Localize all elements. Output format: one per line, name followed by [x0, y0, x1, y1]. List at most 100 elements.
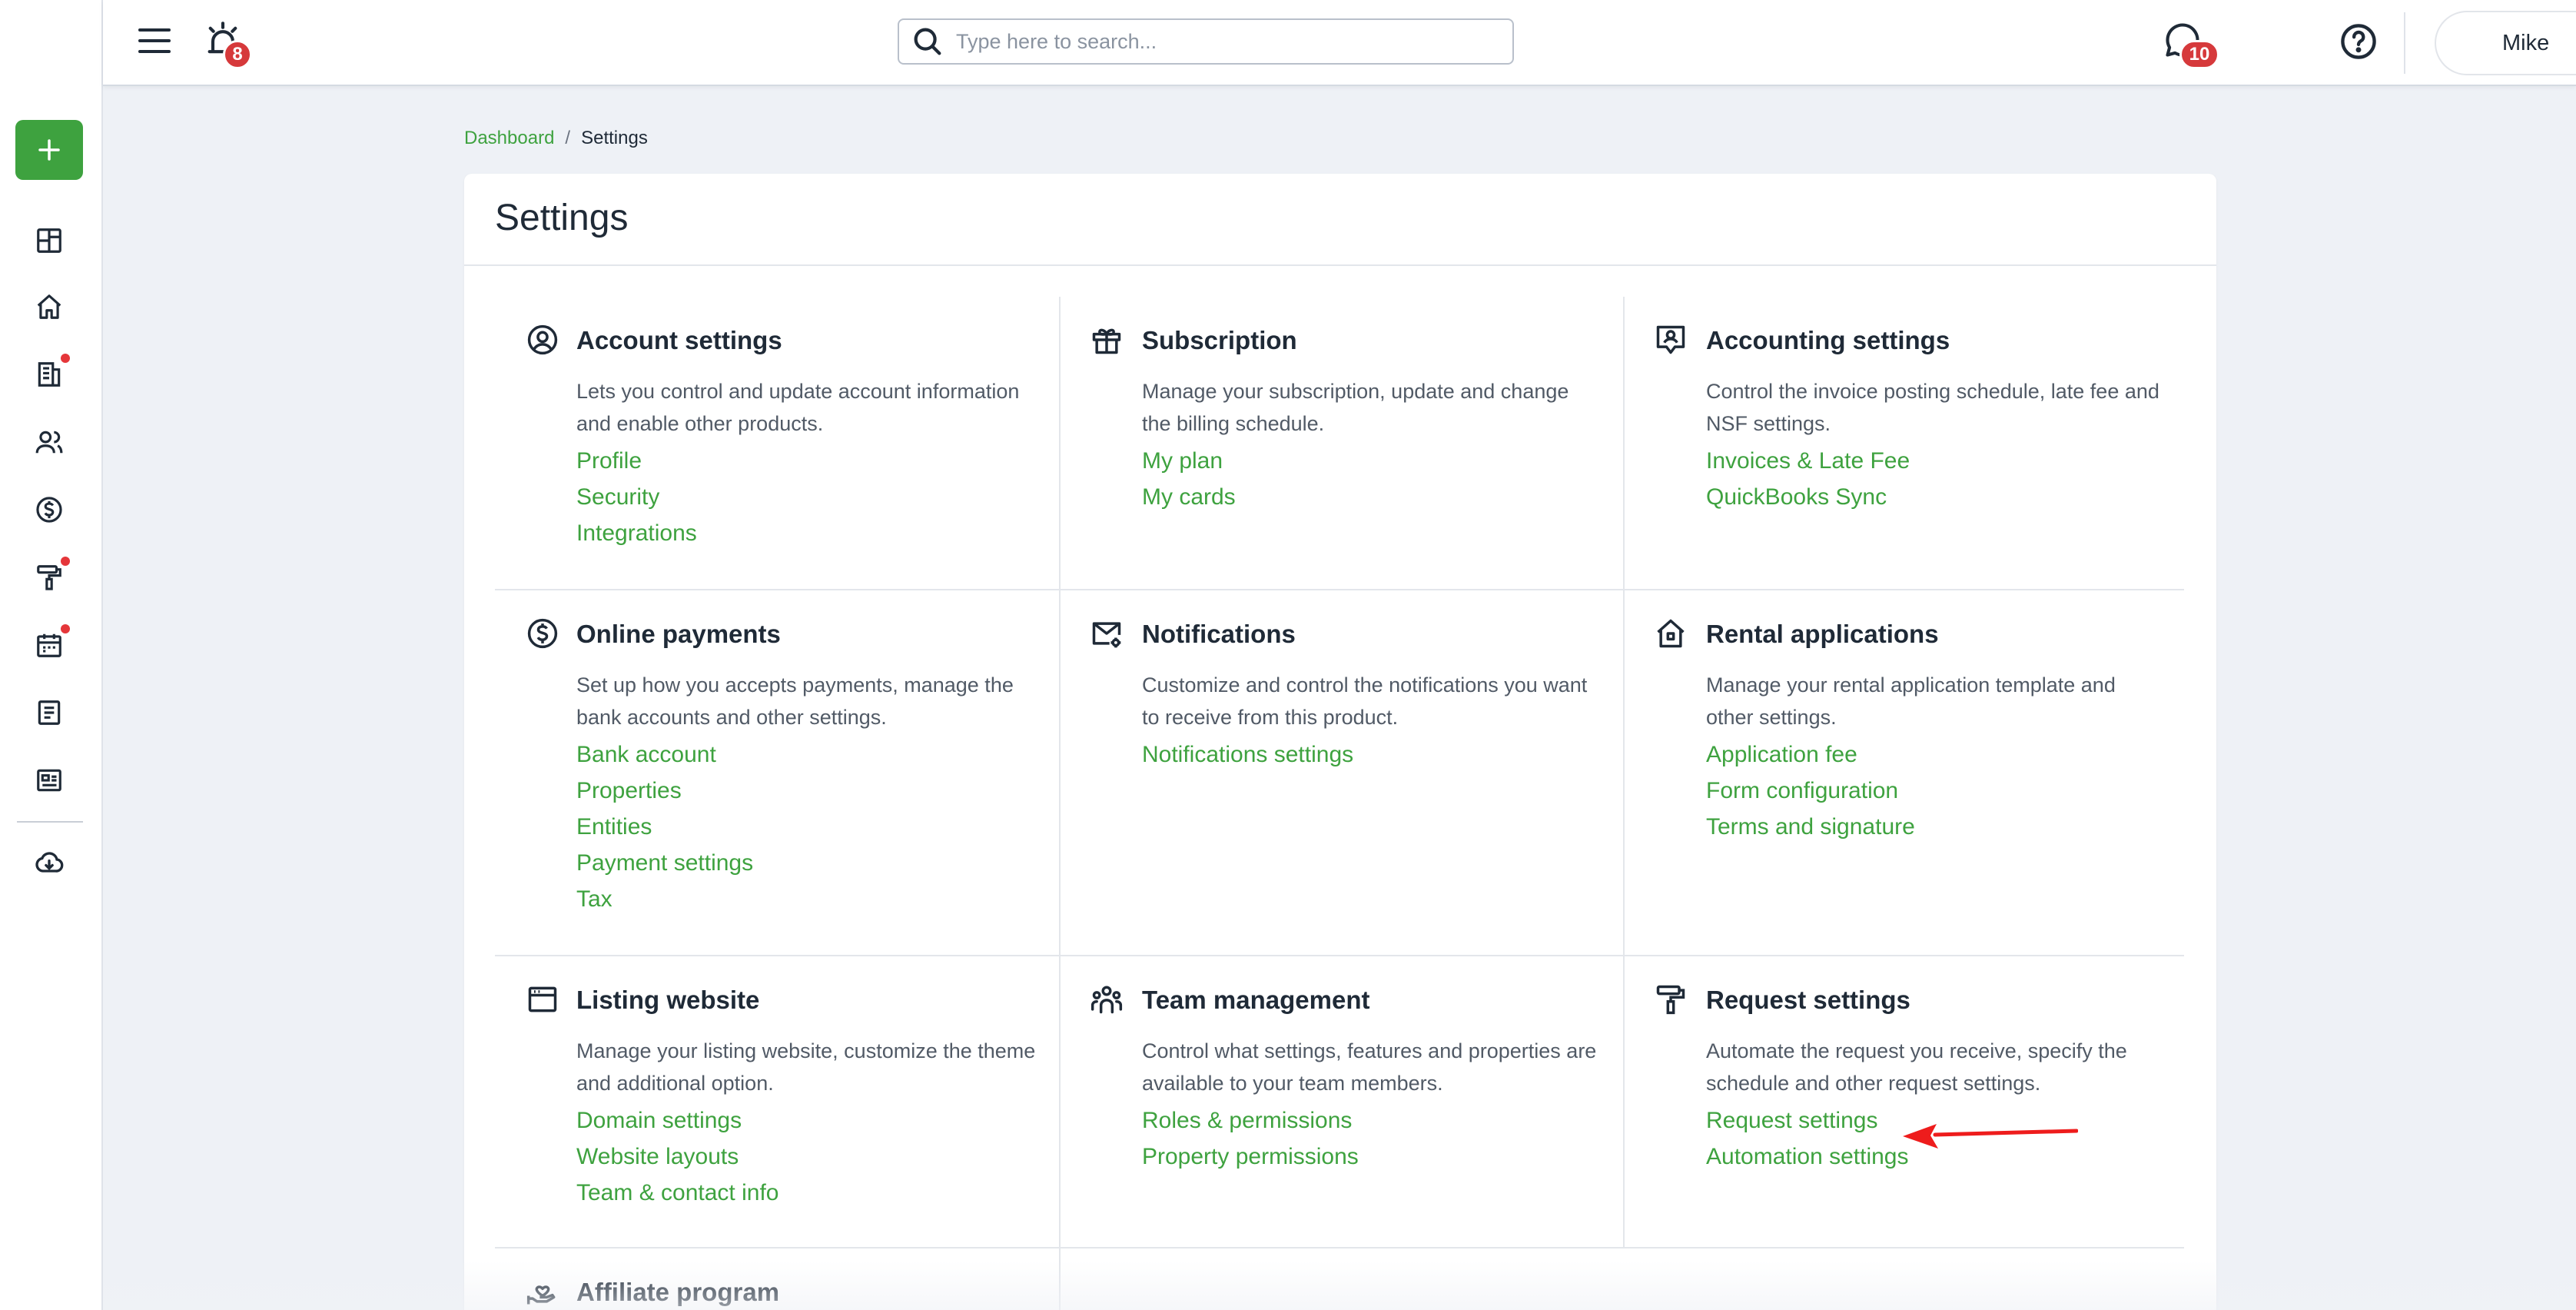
section-title: Affiliate program [576, 1278, 780, 1306]
search-icon [914, 28, 941, 55]
sidebar [0, 0, 103, 1310]
breadcrumb: Dashboard / Settings [464, 128, 648, 149]
section-title: Online payments [576, 620, 781, 648]
link-website-layouts[interactable]: Website layouts [576, 1139, 778, 1175]
sidebar-item-calendar[interactable] [32, 624, 70, 663]
paint-roller-icon [1656, 985, 1685, 1015]
settings-row: Affiliate program [495, 1248, 2184, 1310]
notification-dot [61, 557, 70, 566]
title-divider [464, 264, 2216, 266]
section-title: Request settings [1706, 986, 1910, 1014]
sidebar-item-people[interactable] [32, 424, 67, 460]
section-team-management: Team management Control what settings, f… [1059, 956, 1623, 1247]
section-description: Manage your rental application template … [1706, 673, 2116, 729]
section-links: Notifications settings [1142, 736, 1353, 773]
section-links: Profile Security Integrations [576, 443, 697, 551]
accounting-icon [1656, 325, 1685, 354]
link-profile[interactable]: Profile [576, 443, 697, 479]
section-account-settings: Account settings Lets you control and up… [495, 297, 1059, 589]
link-roles-permissions[interactable]: Roles & permissions [1142, 1102, 1359, 1139]
link-notifications-settings[interactable]: Notifications settings [1142, 736, 1353, 773]
breadcrumb-dashboard-link[interactable]: Dashboard [464, 128, 554, 149]
section-title: Subscription [1142, 326, 1297, 354]
link-integrations[interactable]: Integrations [576, 515, 697, 551]
section-listing-website: Listing website Manage your listing webs… [495, 956, 1059, 1247]
link-bank-account[interactable]: Bank account [576, 736, 753, 773]
calendar-icon [37, 633, 61, 657]
menu-button[interactable] [135, 23, 174, 58]
top-bar: 8 10 Mike [103, 0, 2576, 86]
dashboard-icon [37, 228, 61, 253]
user-menu[interactable]: Mike [2435, 11, 2576, 75]
link-terms-and-signature[interactable]: Terms and signature [1706, 809, 1915, 845]
hand-heart-icon [526, 1285, 556, 1305]
section-description: Control what settings, features and prop… [1142, 1039, 1597, 1095]
messages-button[interactable]: 10 [2163, 20, 2219, 69]
settings-row: Listing website Manage your listing webs… [495, 956, 2184, 1248]
settings-row: Online payments Set up how you accepts p… [495, 590, 2184, 956]
link-my-plan[interactable]: My plan [1142, 443, 1236, 479]
link-application-fee[interactable]: Application fee [1706, 736, 1915, 773]
link-payment-settings[interactable]: Payment settings [576, 845, 753, 881]
link-my-cards[interactable]: My cards [1142, 479, 1236, 515]
listing-icon [37, 769, 61, 792]
link-team-contact-info[interactable]: Team & contact info [576, 1175, 778, 1211]
link-request-settings[interactable]: Request settings [1706, 1102, 1908, 1139]
link-entities[interactable]: Entities [576, 809, 753, 845]
section-title: Listing website [576, 986, 760, 1014]
search-input[interactable] [956, 21, 1512, 62]
alerts-button[interactable]: 8 [203, 20, 252, 69]
section-links: My plan My cards [1142, 443, 1236, 515]
link-property-permissions[interactable]: Property permissions [1142, 1139, 1359, 1175]
section-description: Set up how you accepts payments, manage … [576, 673, 1014, 729]
paint-roller-icon [37, 565, 61, 590]
help-button[interactable] [2339, 22, 2378, 62]
add-button[interactable] [15, 120, 83, 180]
link-tax[interactable]: Tax [576, 881, 753, 917]
section-links: Invoices & Late Fee QuickBooks Sync [1706, 443, 1910, 515]
link-quickbooks-sync[interactable]: QuickBooks Sync [1706, 479, 1910, 515]
sidebar-item-reports[interactable] [32, 695, 67, 730]
sidebar-item-payments[interactable] [32, 492, 67, 527]
hamburger-icon [138, 28, 171, 53]
empty-cell [1059, 1248, 1623, 1310]
sidebar-item-maintenance[interactable] [32, 557, 70, 595]
link-form-configuration[interactable]: Form configuration [1706, 773, 1915, 809]
sidebar-item-listings[interactable] [32, 763, 67, 798]
annotation-arrow-icon [1903, 1124, 2078, 1149]
link-security[interactable]: Security [576, 479, 697, 515]
section-description: Customize and control the notifications … [1142, 673, 1588, 729]
cloud-download-icon [35, 852, 64, 873]
link-properties[interactable]: Properties [576, 773, 753, 809]
link-invoices-late-fee[interactable]: Invoices & Late Fee [1706, 443, 1910, 479]
section-title: Account settings [576, 326, 782, 354]
section-links: Domain settings Website layouts Team & c… [576, 1102, 778, 1211]
team-icon [1090, 986, 1123, 1014]
section-description: Control the invoice posting schedule, la… [1706, 380, 2159, 435]
search-box[interactable] [898, 18, 1514, 65]
link-domain-settings[interactable]: Domain settings [576, 1102, 778, 1139]
dollar-icon [36, 497, 62, 523]
sidebar-item-downloads[interactable] [32, 846, 67, 881]
link-automation-settings[interactable]: Automation settings [1706, 1139, 1908, 1175]
section-affiliate-program: Affiliate program [495, 1248, 1059, 1310]
section-title: Team management [1142, 986, 1370, 1014]
sidebar-item-properties[interactable] [32, 289, 67, 324]
sidebar-item-leases[interactable] [32, 354, 70, 392]
section-rental-applications: Rental applications Manage your rental a… [1623, 590, 2184, 955]
section-title: Accounting settings [1706, 326, 1950, 354]
notification-dot [61, 624, 70, 633]
breadcrumb-current: Settings [581, 128, 648, 148]
document-icon [38, 700, 61, 725]
breadcrumb-separator: / [565, 128, 571, 148]
section-links: Application fee Form configuration Terms… [1706, 736, 1915, 845]
section-description: Automate the request you receive, specif… [1706, 1039, 2127, 1095]
settings-row: Account settings Lets you control and up… [495, 297, 2184, 590]
sidebar-item-dashboard[interactable] [32, 223, 67, 258]
section-links: Roles & permissions Property permissions [1142, 1102, 1359, 1175]
house-icon [1657, 619, 1685, 648]
dollar-circle-icon [527, 618, 558, 649]
section-title: Rental applications [1706, 620, 1939, 648]
leases-icon [38, 362, 61, 387]
section-notifications: Notifications Customize and control the … [1059, 590, 1623, 955]
